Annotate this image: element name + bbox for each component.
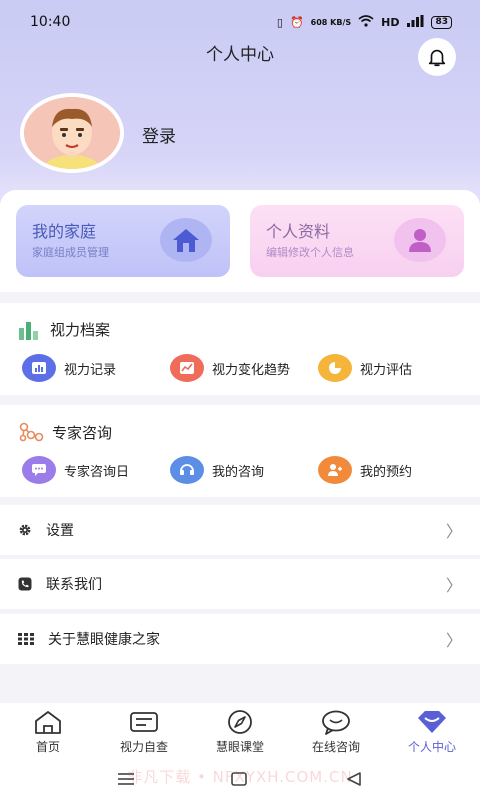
vision-archive-title: 视力档案 — [50, 321, 111, 339]
my-family-card[interactable]: 我的家庭 家庭组成员管理 — [16, 205, 230, 277]
my-consult-label: 我的咨询 — [212, 464, 265, 480]
home-nav-icon[interactable] — [231, 772, 247, 786]
profile-subtitle: 编辑修改个人信息 — [266, 246, 354, 259]
person-icon — [394, 218, 446, 262]
phone-icon — [18, 577, 32, 591]
network-type: HD — [381, 15, 400, 29]
avatar-illustration — [24, 97, 120, 169]
page-title: 个人中心 — [206, 45, 274, 65]
my-appointment-label: 我的预约 — [360, 464, 413, 480]
my-family-title: 我的家庭 — [32, 222, 97, 241]
vision-assessment-item[interactable]: 视力评估 — [318, 354, 412, 382]
settings-label: 设置 — [46, 523, 74, 539]
expert-consult-section: 专家咨询 专家咨询日 我的咨询 我的预约 — [0, 405, 480, 497]
contact-us-label: 联系我们 — [46, 577, 102, 593]
profile-title: 个人资料 — [266, 222, 331, 241]
bottom-tab-bar: 首页 视力自查 慧眼课堂 在线咨询 个人中心 — [0, 703, 480, 763]
status-icons: ▯ ⏰ 608 KB/S HD 83 — [276, 14, 452, 30]
signal-icon — [406, 14, 424, 30]
heart-diamond-icon — [418, 711, 446, 733]
chat-icon — [22, 456, 56, 484]
appointment-icon — [318, 456, 352, 484]
my-consult-item[interactable]: 我的咨询 — [170, 456, 264, 484]
my-family-subtitle: 家庭组成员管理 — [32, 246, 109, 259]
tab-online-consult[interactable]: 在线咨询 — [288, 709, 384, 755]
vision-assessment-label: 视力评估 — [360, 362, 413, 378]
tab-online-consult-label: 在线咨询 — [311, 740, 360, 754]
tab-classroom[interactable]: 慧眼课堂 — [192, 709, 288, 755]
menu-nav-icon[interactable] — [117, 772, 135, 786]
expert-consult-title: 专家咨询 — [52, 423, 113, 442]
vibrate-icon: ▯ — [276, 15, 283, 29]
home-icon — [35, 711, 61, 734]
vision-archive-section: 视力档案 视力记录 视力变化趋势 视力评估 — [0, 303, 480, 395]
bar-chart-icon — [19, 321, 38, 340]
trend-icon — [170, 354, 204, 382]
profile-card[interactable]: 个人资料 编辑修改个人信息 — [250, 205, 464, 277]
status-time: 10:40 — [30, 14, 71, 30]
net-speed: 608 KB/S — [310, 17, 352, 27]
chat-bubble-icon — [322, 710, 350, 735]
my-appointment-item[interactable]: 我的预约 — [318, 456, 412, 484]
vision-trend-item[interactable]: 视力变化趋势 — [170, 354, 290, 382]
alarm-icon: ⏰ — [289, 15, 304, 29]
chevron-right-icon: 〉 — [445, 576, 462, 595]
status-bar: 10:40 ▯ ⏰ 608 KB/S HD 83 — [0, 0, 480, 44]
tab-self-check[interactable]: 视力自查 — [96, 709, 192, 755]
notification-button[interactable] — [418, 38, 456, 76]
tab-personal-center-label: 个人中心 — [407, 740, 456, 754]
gear-icon — [19, 524, 31, 536]
tab-home[interactable]: 首页 — [0, 709, 96, 755]
expert-day-item[interactable]: 专家咨询日 — [22, 456, 129, 484]
about-label: 关于慧眼健康之家 — [48, 632, 160, 648]
login-link[interactable]: 登录 — [142, 122, 176, 147]
battery-icon: 83 — [431, 15, 452, 29]
expert-consult-header: 专家咨询 — [18, 421, 112, 443]
compass-icon — [228, 710, 252, 734]
vision-record-item[interactable]: 视力记录 — [22, 354, 116, 382]
tab-personal-center[interactable]: 个人中心 — [384, 709, 480, 755]
contact-us-row[interactable]: 联系我们 〉 — [0, 559, 480, 609]
house-icon — [160, 218, 212, 262]
chart-icon — [22, 354, 56, 382]
vision-trend-label: 视力变化趋势 — [212, 362, 291, 378]
chevron-right-icon: 〉 — [445, 522, 462, 541]
consult-icon — [170, 456, 204, 484]
chevron-right-icon: 〉 — [445, 631, 462, 650]
avatar[interactable] — [20, 93, 124, 173]
wifi-icon — [358, 14, 374, 30]
tab-home-label: 首页 — [35, 740, 60, 754]
tab-classroom-label: 慧眼课堂 — [215, 740, 264, 754]
bell-icon — [428, 49, 446, 67]
vision-archive-header: 视力档案 — [18, 319, 110, 340]
about-row[interactable]: 关于慧眼健康之家 〉 — [0, 614, 480, 664]
network-nodes-icon — [19, 422, 44, 442]
settings-row[interactable]: 设置 〉 — [0, 505, 480, 555]
back-nav-icon[interactable] — [346, 772, 362, 786]
vision-record-label: 视力记录 — [64, 362, 117, 378]
pie-icon — [318, 354, 352, 382]
grid-icon — [18, 633, 34, 645]
self-check-icon — [130, 712, 158, 732]
expert-day-label: 专家咨询日 — [64, 464, 130, 480]
tab-self-check-label: 视力自查 — [119, 740, 168, 754]
